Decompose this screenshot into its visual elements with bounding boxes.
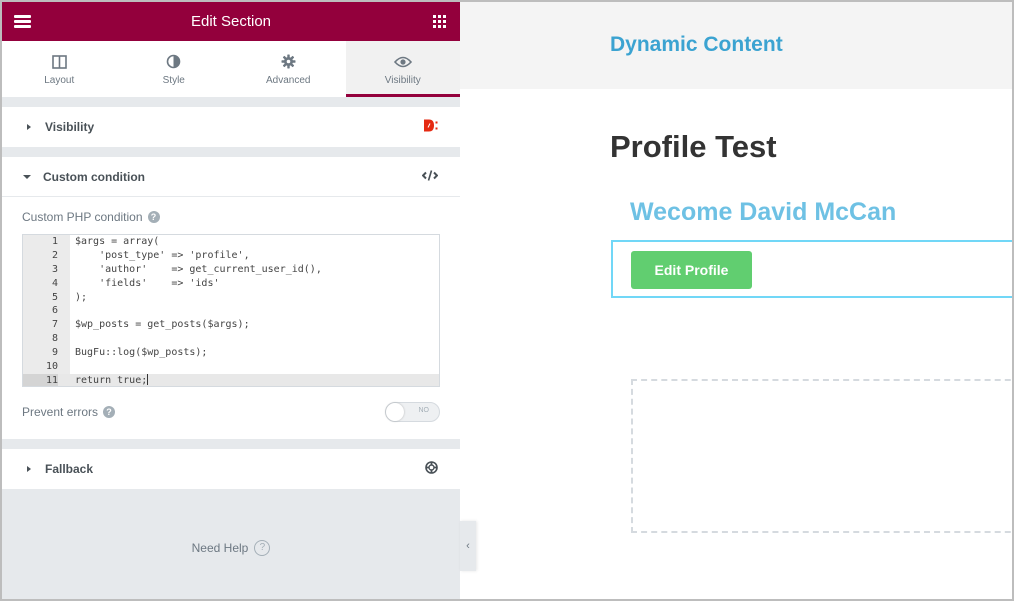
- line-number: 9: [51, 347, 58, 359]
- help-icon[interactable]: ?: [147, 211, 160, 223]
- section-label: Fallback: [45, 462, 94, 476]
- need-help-link[interactable]: Need Help ?: [2, 540, 460, 556]
- line-number: 1: [51, 236, 58, 247]
- code-text: 'post_type' => 'profile',: [75, 249, 250, 261]
- panel-header: Edit Section: [2, 2, 460, 41]
- section-label: Custom condition: [43, 169, 145, 184]
- code-lines: 1 $args = array( 2 'post_type' => 'profile…: [23, 235, 439, 386]
- divider: [2, 439, 460, 449]
- selected-section[interactable]: Edit Profile: [611, 240, 1012, 298]
- line-number: 5: [51, 291, 58, 303]
- code-line[interactable]: 7 $wp_posts = get_posts($args);: [23, 318, 439, 332]
- tab-advanced[interactable]: Advanced: [231, 41, 346, 97]
- section-custom-condition: Custom condition Custom PHP condition ? …: [2, 157, 460, 439]
- section-visibility: Visibility: [2, 107, 460, 147]
- caret-right-icon: [27, 466, 31, 472]
- code-line[interactable]: 2 'post_type' => 'profile',: [23, 249, 439, 263]
- line-number: 4: [51, 277, 58, 289]
- chevron-left-icon: ‹: [466, 540, 470, 552]
- tab-layout[interactable]: Layout: [2, 41, 117, 97]
- line-number: 11: [23, 373, 58, 386]
- tab-visibility[interactable]: Visibility: [345, 41, 460, 97]
- tab-label: Visibility: [384, 74, 421, 86]
- code-text: $args = array(: [75, 236, 160, 247]
- code-text: BugFu::log($wp_posts);: [75, 347, 208, 359]
- code-text: 'author' => get_current_user_id(),: [75, 263, 322, 275]
- code-text: return true;: [75, 374, 149, 386]
- code-text: $wp_posts = get_posts($args);: [75, 319, 250, 331]
- code-line[interactable]: 11 return true;: [23, 373, 439, 386]
- line-number: 10: [45, 361, 58, 373]
- section-label: Visibility: [45, 120, 95, 134]
- label-text: Custom PHP condition: [22, 210, 143, 224]
- tab-label: Advanced: [266, 74, 311, 86]
- code-icon: [421, 169, 439, 184]
- columns-icon: [51, 53, 67, 71]
- caret-down-icon: [23, 174, 31, 179]
- panel-tabs: Layout Style Advanced Visibility: [2, 41, 460, 97]
- code-line[interactable]: 3 'author' => get_current_user_id(),: [23, 263, 439, 277]
- line-number: 6: [51, 305, 58, 317]
- tab-style[interactable]: Style: [117, 41, 232, 97]
- site-title[interactable]: Dynamic Content: [610, 33, 783, 57]
- edit-profile-button[interactable]: Edit Profile: [631, 251, 752, 289]
- section-custom-condition-toggle[interactable]: Custom condition: [2, 157, 460, 197]
- panel-title: Edit Section: [190, 13, 272, 30]
- tab-label: Style: [162, 74, 185, 86]
- code-line[interactable]: 1 $args = array(: [23, 235, 439, 249]
- gear-icon: [281, 53, 296, 71]
- line-number: 3: [51, 263, 58, 275]
- edit-panel: Edit Section Layout Style Advanced Visib…: [2, 2, 460, 599]
- code-line[interactable]: 4 'fields' => 'ids': [23, 277, 439, 291]
- code-line[interactable]: 9 BugFu::log($wp_posts);: [23, 346, 439, 360]
- code-text: );: [75, 291, 88, 303]
- code-line[interactable]: 5);: [23, 291, 439, 305]
- toggle-knob: [386, 403, 404, 421]
- editor-window: Edit Section Layout Style Advanced Visib…: [2, 2, 1012, 599]
- code-line[interactable]: 8: [23, 332, 439, 346]
- help-icon[interactable]: ?: [103, 406, 116, 418]
- tab-label: Layout: [44, 74, 75, 86]
- custom-php-label: Custom PHP condition ?: [22, 210, 460, 224]
- eye-icon: [393, 53, 412, 71]
- collapse-panel-button[interactable]: ‹: [460, 521, 476, 571]
- page-preview: Dynamic Content Profile Test Wecome Davi…: [460, 2, 1012, 599]
- divider: [2, 97, 460, 107]
- prevent-errors-toggle[interactable]: NO: [385, 402, 440, 422]
- menu-icon[interactable]: [14, 15, 31, 28]
- section-fallback: Fallback: [2, 449, 460, 489]
- prevent-errors-row: Prevent errors ? NO: [22, 402, 460, 422]
- code-line[interactable]: 6: [23, 304, 439, 318]
- site-header: Dynamic Content: [460, 2, 1012, 89]
- lifebuoy-icon: [425, 461, 438, 477]
- caret-right-icon: [27, 124, 31, 130]
- text-cursor: [147, 374, 149, 386]
- prevent-errors-label: Prevent errors: [22, 405, 99, 419]
- section-fallback-toggle[interactable]: Fallback: [2, 449, 460, 489]
- line-number: 7: [51, 319, 58, 331]
- line-number: 8: [51, 333, 58, 345]
- section-visibility-toggle[interactable]: Visibility: [2, 107, 460, 147]
- widgets-grid-icon[interactable]: [433, 15, 446, 28]
- toggle-state: NO: [418, 407, 430, 414]
- page-title: Profile Test: [610, 129, 777, 164]
- empty-drop-area[interactable]: [631, 379, 1012, 533]
- question-circle-icon: ?: [254, 540, 271, 556]
- divider: [2, 147, 460, 157]
- welcome-heading: Wecome David McCan: [630, 198, 897, 226]
- code-line[interactable]: 10: [23, 360, 439, 374]
- php-code-editor[interactable]: 1 $args = array( 2 'post_type' => 'profile…: [22, 234, 440, 387]
- line-number: 2: [51, 249, 58, 261]
- need-help-label: Need Help: [191, 541, 249, 555]
- half-circle-icon: [166, 53, 181, 71]
- dynamic-logo-icon: [424, 119, 438, 135]
- code-text: 'fields' => 'ids': [75, 277, 220, 289]
